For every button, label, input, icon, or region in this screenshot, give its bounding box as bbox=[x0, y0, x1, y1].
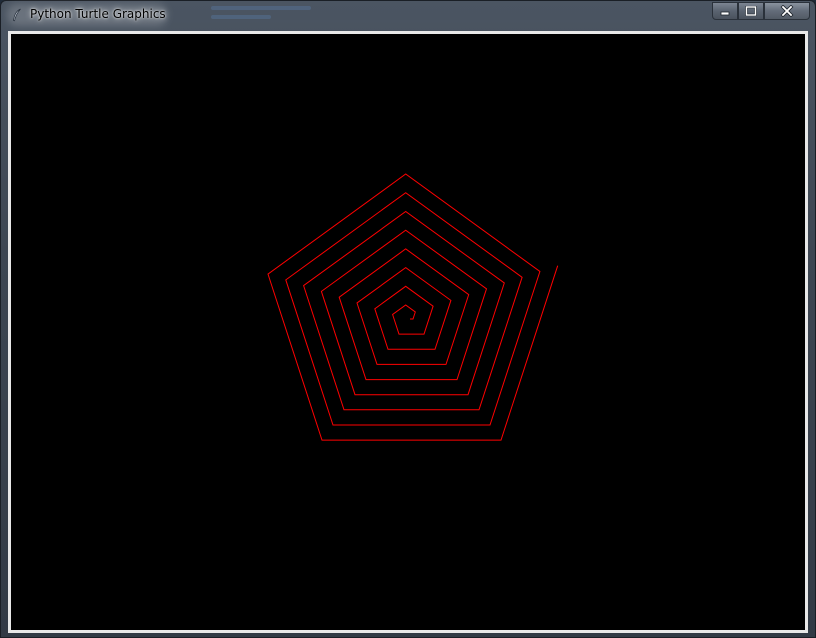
window-title: Python Turtle Graphics bbox=[30, 7, 166, 21]
maximize-icon bbox=[745, 6, 757, 16]
canvas-frame bbox=[8, 31, 808, 633]
turtle-window: Python Turtle Graphics bbox=[0, 0, 816, 638]
feather-icon bbox=[13, 8, 21, 22]
turtle-canvas[interactable] bbox=[11, 34, 805, 630]
close-button[interactable] bbox=[764, 2, 810, 20]
minimize-button[interactable] bbox=[712, 2, 738, 20]
close-icon bbox=[780, 5, 794, 17]
pentagon-spiral bbox=[267, 173, 559, 441]
window-controls bbox=[712, 2, 810, 21]
minimize-icon bbox=[720, 11, 730, 16]
maximize-button[interactable] bbox=[738, 2, 764, 20]
title-bar[interactable]: Python Turtle Graphics bbox=[1, 1, 816, 29]
background-window-blur bbox=[211, 1, 331, 25]
